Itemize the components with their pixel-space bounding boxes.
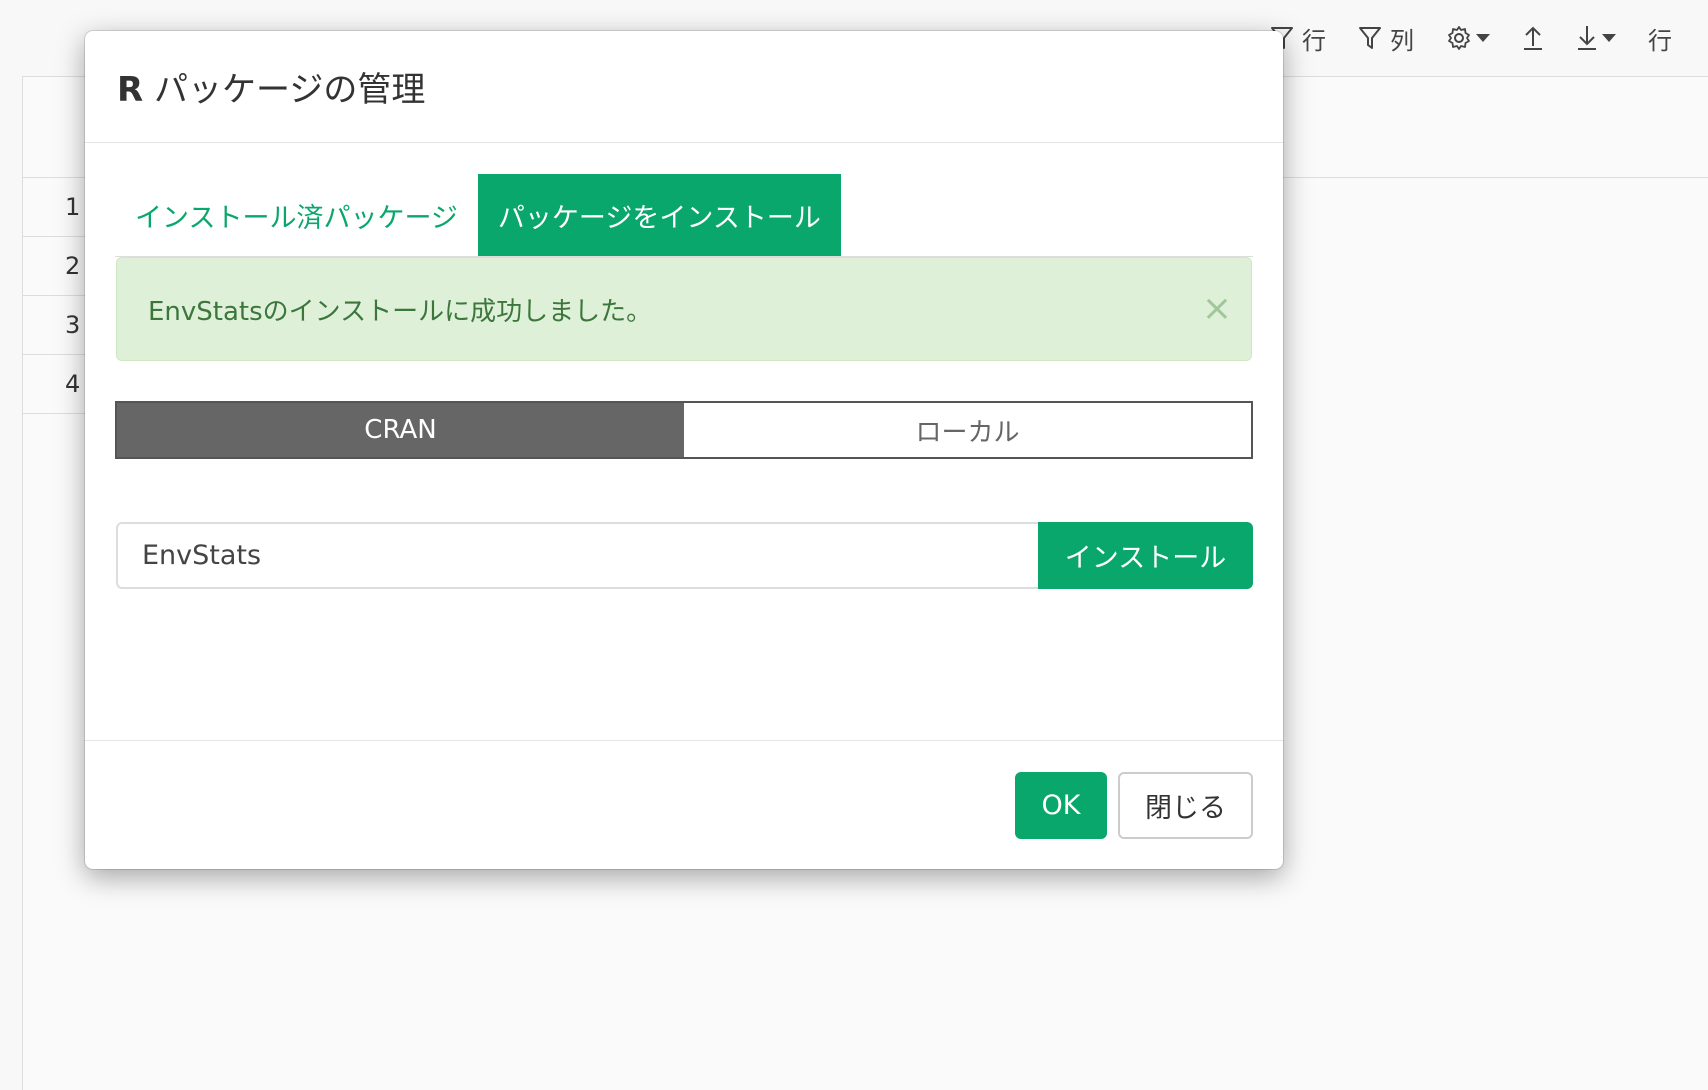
install-row: インストール [116,522,1253,589]
r-package-manager-dialog: R パッケージの管理 インストール済パッケージ パッケージをインストール Env… [85,31,1283,869]
success-alert: EnvStatsのインストールに成功しました。 × [116,257,1252,361]
close-button[interactable]: 閉じる [1118,772,1253,839]
source-option-cran[interactable]: CRAN [117,403,684,457]
modal-footer: OK 閉じる [85,740,1283,869]
package-name-input[interactable] [116,522,1038,589]
source-option-local[interactable]: ローカル [684,403,1251,457]
tab-installed-packages[interactable]: インストール済パッケージ [115,174,478,256]
ok-button[interactable]: OK [1015,772,1107,839]
install-button[interactable]: インストール [1038,522,1253,589]
modal-title-bold: R [117,70,144,110]
tab-install-package[interactable]: パッケージをインストール [477,174,841,256]
source-option-label: ローカル [915,417,1020,448]
package-tabs: インストール済パッケージ パッケージをインストール [115,174,1253,257]
close-icon[interactable]: × [1201,288,1233,329]
source-toggle: CRAN ローカル [115,401,1253,459]
tab-label: インストール済パッケージ [135,202,458,234]
alert-message: EnvStatsのインストールに成功しました。 [148,296,653,327]
modal-header: R パッケージの管理 [85,31,1283,143]
modal-title-text: パッケージの管理 [143,70,426,110]
source-option-label: CRAN [364,415,437,445]
modal-title: R パッケージの管理 [117,62,425,111]
tab-label: パッケージをインストール [497,202,821,234]
